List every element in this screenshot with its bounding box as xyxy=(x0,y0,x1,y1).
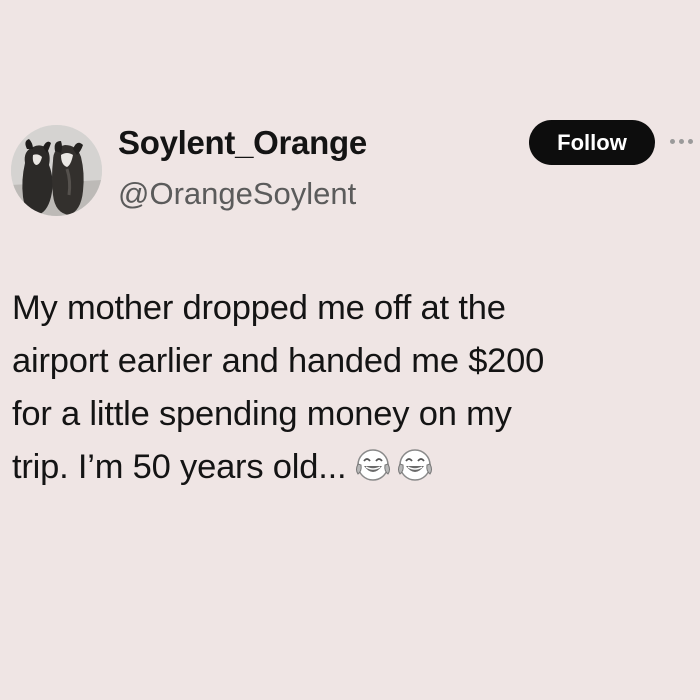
author-display-name[interactable]: Soylent_Orange xyxy=(118,124,367,162)
author-handle[interactable]: @OrangeSoylent xyxy=(118,176,356,212)
tweet-text-line: My mother dropped me off at the xyxy=(12,289,506,327)
follow-button[interactable]: Follow xyxy=(529,120,655,165)
avatar[interactable] xyxy=(11,125,102,216)
tweet-card: Soylent_Orange @OrangeSoylent Follow My … xyxy=(0,0,700,700)
more-horizontal-icon[interactable] xyxy=(670,139,700,147)
dot xyxy=(679,139,684,144)
tweet-text-line: for a little spending money on my xyxy=(12,395,512,433)
tweet-text: My mother dropped me off at the airport … xyxy=(12,282,692,494)
tweet-text-line: airport earlier and handed me $200 xyxy=(12,342,545,380)
two-dogs-avatar-icon xyxy=(11,125,102,216)
dot xyxy=(688,139,693,144)
face-with-tears-of-joy-icon xyxy=(356,449,391,481)
tweet-text-line-last: trip. I’m 50 years old... xyxy=(12,441,692,494)
face-with-tears-of-joy-icon xyxy=(398,449,433,481)
tweet-text-line: trip. I’m 50 years old... xyxy=(12,448,347,486)
dot xyxy=(670,139,675,144)
